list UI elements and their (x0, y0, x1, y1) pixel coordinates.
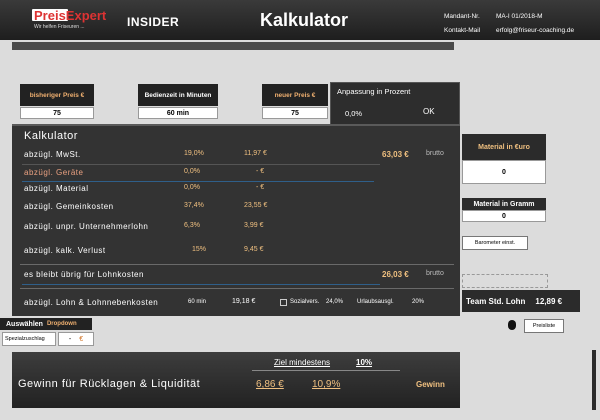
spezial-unit: € (79, 335, 84, 343)
row-pct: 15% (192, 246, 207, 253)
divider (20, 264, 454, 265)
neuer-preis-input[interactable]: 75 (262, 107, 328, 119)
gewinn-value: 6,86 € (256, 379, 284, 390)
material-euro-label: Material in €uro (462, 134, 546, 160)
sozial-label: Sozialvers. (290, 299, 320, 305)
contact-label: Kontakt-Mail (444, 27, 481, 34)
dashed-box (462, 274, 548, 288)
preisliste-button[interactable]: Preisliste (524, 319, 564, 333)
row-val: 23,55 € (244, 202, 268, 209)
row-val: 11,97 € (244, 150, 267, 157)
spezial-input[interactable]: - € (58, 332, 94, 346)
urlaub-label: Urlaubsausgl. (357, 299, 394, 305)
logo: PreisExpert Wir helfen Friseuren ... (30, 6, 114, 34)
bisheriger-preis-label: bisheriger Preis € (20, 84, 94, 106)
divider (20, 288, 454, 289)
divider (22, 181, 374, 182)
lohn-label: abzügl. Lohn & Lohnnebenkosten (24, 298, 159, 307)
logo-tagline: Wir helfen Friseuren ... (34, 24, 85, 30)
row-verlust: abzügl. kalk. Verlust 15% 9,45 € (12, 246, 460, 260)
material-euro-input[interactable]: 0 (462, 160, 546, 184)
calculator-title: Kalkulator (24, 130, 78, 142)
row-name: abzügl. MwSt. (24, 150, 81, 159)
mandant-label: Mandant-Nr. (444, 13, 480, 20)
row-rest: es bleibt übrig für Lohnkosten 26,03 € b… (12, 270, 460, 284)
netto-label: brutto (426, 150, 444, 157)
dropdown-label: Dropdown (46, 321, 77, 327)
anpassung-label: Anpassung in Prozent (337, 87, 411, 96)
row-val: 3,99 € (244, 222, 264, 229)
rest-label: es bleibt übrig für Lohnkosten (24, 270, 144, 279)
ziel-value[interactable]: 10% (356, 358, 372, 367)
bedienzeit-label: Bedienzeit in Minuten (138, 84, 218, 106)
auswahlen-label: Auswählen (6, 320, 43, 328)
ziel-label: Ziel mindestens (274, 358, 331, 367)
row-pct: 19,0% (184, 150, 204, 157)
row-pct: 0,0% (184, 168, 200, 175)
row-val: 9,45 € (244, 246, 264, 253)
row-pct: 37,4% (184, 202, 204, 209)
row-material: abzügl. Material 0,0% - € (12, 184, 460, 198)
neuer-preis-label: neuer Preis € (262, 84, 328, 106)
row-geraete: abzügl. Geräte 0,0% - € (12, 168, 460, 182)
row-mwst: abzügl. MwSt. 19,0% 11,97 € 63,03 € brut… (12, 150, 460, 164)
rest-value: 26,03 € (382, 270, 409, 279)
anpassung-panel: Anpassung in Prozent 0,0% OK (330, 82, 460, 126)
material-gramm-input[interactable]: 0 (462, 210, 546, 222)
urlaub-value[interactable]: 20% (412, 299, 424, 305)
rest-tag: brutto (426, 270, 444, 277)
barometer-button[interactable]: Barometer einst. (462, 236, 528, 250)
scroll-edge (592, 350, 596, 410)
auswahlen-dropdown[interactable]: Auswählen Dropdown (0, 318, 92, 330)
mouse-icon (508, 320, 516, 330)
team-lohn-panel: Team Std. Lohn 12,89 € (462, 290, 580, 312)
row-unternehmerlohn: abzügl. unpr. Unternehmerlohn 6,3% 3,99 … (12, 222, 460, 236)
row-name: abzügl. Geräte (24, 168, 84, 177)
contact-value: erfolg@friseur-coaching.de (496, 27, 575, 34)
ok-button[interactable]: OK (419, 105, 439, 118)
lohn-min: 60 min (188, 299, 207, 305)
spezial-value: - (68, 335, 72, 343)
row-lohn: abzügl. Lohn & Lohnnebenkosten 60 min 19… (12, 298, 460, 312)
team-lohn-label: Team Std. Lohn (466, 296, 526, 306)
bedienzeit-input[interactable]: 60 min (138, 107, 218, 119)
anpassung-value[interactable]: 0,0% (345, 109, 362, 118)
gewinn-label: Gewinn für Rücklagen & Liquidität (18, 378, 201, 390)
sozial-value[interactable]: 24,0% (326, 299, 343, 305)
row-val: - € (256, 168, 265, 175)
logo-text: PreisExpert (34, 8, 107, 23)
page-title: Kalkulator (260, 10, 349, 30)
row-pct: 6,3% (184, 222, 200, 229)
row-name: abzügl. kalk. Verlust (24, 246, 106, 255)
netto-value: 63,03 € (382, 150, 409, 159)
header-divider (12, 42, 454, 50)
gewinn-tag: Gewinn (416, 380, 445, 389)
calculator-panel: Kalkulator abzügl. MwSt. 19,0% 11,97 € 6… (12, 124, 460, 316)
gewinn-panel: Ziel mindestens 10% Gewinn für Rücklagen… (12, 352, 460, 408)
team-lohn-value: 12,89 € (535, 296, 563, 306)
row-val: - € (256, 184, 265, 191)
gewinn-pct: 10,9% (312, 379, 341, 390)
lohn-value: 19,18 € (232, 298, 256, 305)
material-gramm-label: Material in Gramm (462, 198, 546, 210)
sozial-checkbox[interactable] (280, 299, 287, 306)
spezial-label: Spezialzuschlag (2, 332, 56, 346)
row-name: abzügl. Gemeinkosten (24, 202, 114, 211)
row-pct: 0,0% (184, 184, 200, 191)
divider (22, 164, 380, 165)
row-name: abzügl. unpr. Unternehmerlohn (24, 222, 149, 231)
divider (252, 370, 400, 371)
insider-label: INSIDER (127, 15, 180, 29)
row-gemeinkosten: abzügl. Gemeinkosten 37,4% 23,55 € (12, 202, 460, 216)
divider (22, 284, 380, 285)
mandant-value: MA-I 01/2018-M (496, 13, 543, 20)
row-name: abzügl. Material (24, 184, 89, 193)
bisheriger-preis-input[interactable]: 75 (20, 107, 94, 119)
